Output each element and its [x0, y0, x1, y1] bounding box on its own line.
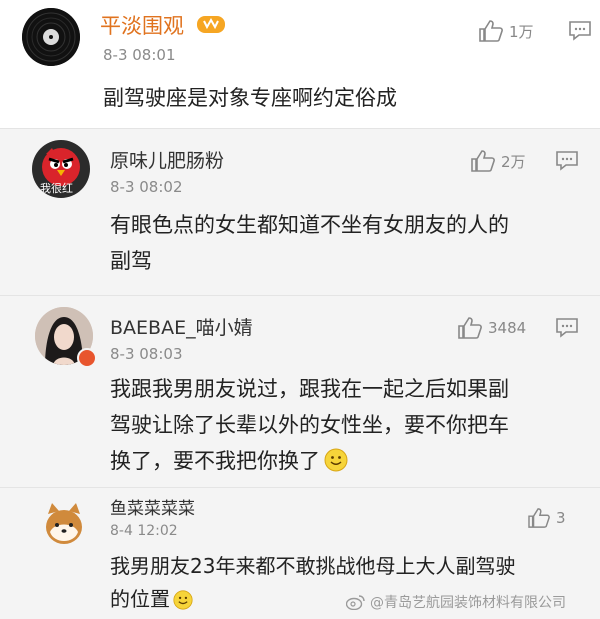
- comment-username[interactable]: 原味儿肥肠粉: [110, 146, 224, 173]
- vinyl-record-icon: [22, 8, 80, 66]
- verified-badge-icon: [77, 348, 97, 368]
- comment-icon: [569, 21, 591, 41]
- comment-timestamp: 8-4 12:02: [110, 523, 178, 539]
- comment-icon: [556, 151, 578, 171]
- divider: [0, 128, 600, 129]
- vip-crown-icon: [196, 12, 226, 38]
- divider: [0, 295, 600, 296]
- like-count: 2万: [501, 152, 526, 171]
- reply-button[interactable]: [569, 21, 591, 41]
- avatar-vinyl-record[interactable]: [22, 8, 80, 66]
- thumbs-up-icon: [471, 150, 495, 172]
- comment-text-line: 副驾: [110, 249, 152, 273]
- thumbs-up-icon: [479, 20, 503, 42]
- smile-emoji-icon: [324, 448, 348, 472]
- like-button[interactable]: 2万: [471, 150, 526, 172]
- comment-text-line: 有眼色点的女生都知道不坐有女朋友的人的: [110, 213, 509, 237]
- comment-timestamp: 8-3 08:02: [110, 178, 183, 196]
- like-button[interactable]: 3484: [458, 317, 526, 339]
- like-count: 3: [556, 509, 566, 527]
- comment-text-segment: 换了，要不我把你换了: [110, 449, 320, 473]
- thumbs-up-icon: [458, 317, 482, 339]
- avatar-red-bird[interactable]: 我很红: [32, 140, 90, 198]
- comment-text-line: 换了，要不我把你换了: [110, 443, 509, 479]
- reply-button[interactable]: [556, 151, 578, 171]
- reply-button[interactable]: [556, 318, 578, 338]
- comment-username[interactable]: 鱼菜菜菜菜: [110, 494, 195, 519]
- watermark: @青岛艺航园装饰材料有限公司: [346, 592, 566, 612]
- comment-username[interactable]: BAEBAE_喵小婧: [110, 313, 253, 340]
- like-button[interactable]: 1万: [479, 20, 534, 42]
- watermark-text: @青岛艺航园装饰材料有限公司: [370, 595, 566, 611]
- like-count: 1万: [509, 22, 534, 41]
- comment-icon: [556, 318, 578, 338]
- top-comment: 平淡围观 8-3 08:01 1万 副驾驶座是对象专座啊约定俗成: [0, 0, 600, 128]
- comment-text: 副驾驶座是对象专座啊约定俗成: [103, 86, 397, 110]
- comment-text-segment: 的位置: [110, 587, 170, 611]
- comment-text-line: 我跟我男朋友说过，跟我在一起之后如果副: [110, 377, 509, 401]
- like-button[interactable]: 3: [528, 508, 566, 528]
- comment-text: 我跟我男朋友说过，跟我在一起之后如果副 驾驶让除了长辈以外的女性坐，要不你把车 …: [110, 371, 509, 479]
- dog-icon: [46, 503, 82, 544]
- avatar-caption: 我很红: [40, 182, 73, 195]
- like-count: 3484: [488, 319, 527, 337]
- smile-emoji-icon: [173, 590, 193, 610]
- divider: [0, 487, 600, 488]
- comment-timestamp: 8-3 08:03: [110, 345, 183, 363]
- thumbs-up-icon: [528, 508, 550, 528]
- comment-text-line: 我男朋友23年来都不敢挑战他母上大人副驾驶: [110, 554, 516, 578]
- weibo-logo-icon: [346, 595, 365, 610]
- comment-timestamp: 8-3 08:01: [103, 46, 176, 64]
- comment-username[interactable]: 平淡围观: [100, 10, 184, 40]
- comment-text-line: 驾驶让除了长辈以外的女性坐，要不你把车: [110, 413, 509, 437]
- comment-text: 有眼色点的女生都知道不坐有女朋友的人的 副驾: [110, 207, 509, 279]
- avatar-shiba-dog[interactable]: [40, 500, 88, 548]
